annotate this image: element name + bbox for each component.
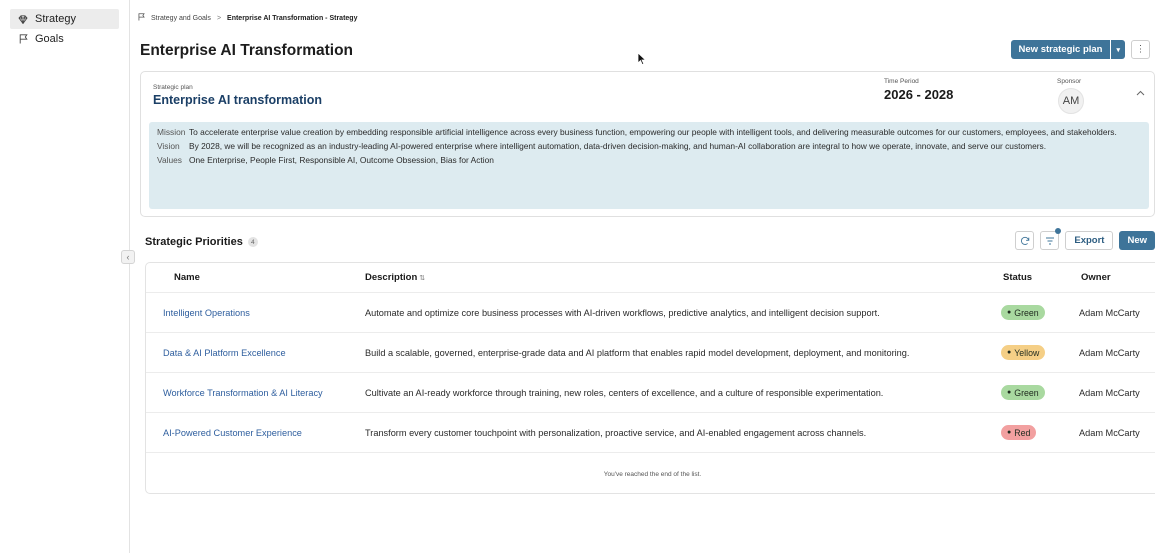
new-priority-button[interactable]: New (1119, 231, 1155, 250)
end-of-list-message: You've reached the end of the list. (603, 471, 702, 478)
chevron-up-icon[interactable] (1136, 88, 1145, 99)
strategic-plan-card: Strategic plan Enterprise AI transformat… (140, 71, 1155, 217)
time-period-label: Time Period (884, 78, 919, 85)
count-badge: 4 (247, 237, 258, 247)
priority-owner: Adam McCarty (1079, 427, 1140, 438)
export-button[interactable]: Export (1065, 231, 1114, 250)
sort-icon[interactable]: ⇅ (419, 275, 425, 282)
sidebar-item-strategy[interactable]: Strategy (10, 9, 119, 29)
sponsor-label: Sponsor (1057, 78, 1082, 85)
status-text: Red (1014, 427, 1031, 438)
sidebar-collapse-button[interactable]: ‹ (121, 250, 135, 264)
status-badge: ● Yellow (1001, 345, 1046, 360)
column-header-label: Description (365, 272, 418, 283)
priority-name-link[interactable]: Data & AI Platform Excellence (163, 348, 286, 358)
section-title-text: Strategic Priorities (145, 236, 243, 248)
plan-name: Enterprise AI transformation (153, 93, 323, 107)
status-badge: ● Green (1001, 385, 1045, 400)
priorities-table: Name Description ⇅ Status Owner Intellige… (145, 262, 1155, 494)
table-row[interactable]: Intelligent Operations Automate and opti… (146, 293, 1155, 333)
flag-icon (16, 34, 30, 44)
gem-icon (16, 14, 30, 24)
table-header: Name Description ⇅ Status Owner (146, 263, 1155, 293)
mission-row: Mission To accelerate enterprise value c… (157, 127, 1141, 138)
values-row: Values One Enterprise, People First, Res… (157, 155, 1141, 166)
table-row[interactable]: AI-Powered Customer Experience Transform… (146, 413, 1155, 453)
sidebar-item-label: Strategy (35, 13, 76, 25)
breadcrumb: Strategy and Goals > Enterprise AI Trans… (138, 13, 357, 23)
priority-description: Build a scalable, governed, enterprise-g… (365, 347, 910, 358)
mission-text: To accelerate enterprise value creation … (189, 127, 1117, 137)
priority-description: Cultivate an AI-ready workforce through … (365, 387, 884, 398)
priority-name-link[interactable]: Intelligent Operations (163, 308, 250, 318)
priorities-actions: Export New (1015, 228, 1155, 250)
strategic-priorities-title: Strategic Priorities 4 (145, 236, 258, 248)
column-header-name[interactable]: Name (146, 272, 365, 283)
mission-vision-values: Mission To accelerate enterprise value c… (149, 122, 1149, 209)
status-badge: ● Green (1001, 305, 1045, 320)
page-title: Enterprise AI Transformation (140, 42, 354, 59)
values-text: One Enterprise, People First, Responsibl… (189, 155, 494, 165)
app-root: Strategy Goals ‹ Strategy and Goals > En… (0, 0, 1155, 553)
breadcrumb-link-strategy-goals[interactable]: Strategy and Goals (151, 15, 211, 22)
new-plan-split-button: New strategic plan ▾ (1010, 40, 1125, 59)
vision-row: Vision By 2028, we will be recognized as… (157, 141, 1141, 152)
mouse-cursor-icon (637, 52, 647, 71)
priority-description: Automate and optimize core business proc… (365, 307, 880, 318)
values-label: Values (157, 155, 182, 165)
column-header-owner[interactable]: Owner (1079, 272, 1155, 283)
status-text: Green (1014, 307, 1039, 318)
column-header-description[interactable]: Description ⇅ (365, 272, 1001, 283)
plan-label: Strategic plan (153, 84, 193, 91)
status-badge: ● Red (1001, 425, 1037, 440)
table-row[interactable]: Workforce Transformation & AI Literacy C… (146, 373, 1155, 413)
sidebar-item-label: Goals (35, 33, 64, 45)
priority-owner: Adam McCarty (1079, 347, 1140, 358)
avatar[interactable]: AM (1058, 88, 1084, 114)
priority-owner: Adam McCarty (1079, 307, 1140, 318)
flag-icon (138, 13, 145, 23)
status-text: Yellow (1014, 347, 1040, 358)
priority-name-link[interactable]: AI-Powered Customer Experience (163, 428, 302, 438)
chevron-down-icon[interactable]: ▾ (1111, 40, 1125, 59)
sidebar-item-goals[interactable]: Goals (10, 29, 119, 49)
priority-name-link[interactable]: Workforce Transformation & AI Literacy (163, 388, 323, 398)
priority-description: Transform every customer touchpoint with… (365, 427, 867, 438)
header-actions: New strategic plan ▾ ⋮ (1010, 40, 1150, 59)
new-strategic-plan-button[interactable]: New strategic plan (1010, 40, 1111, 59)
mission-label: Mission (157, 127, 186, 137)
breadcrumb-separator: > (216, 14, 222, 22)
column-header-status[interactable]: Status (1001, 272, 1079, 283)
sidebar: Strategy Goals (0, 0, 130, 553)
refresh-icon[interactable] (1015, 231, 1035, 250)
vision-text: By 2028, we will be recognized as an ind… (189, 141, 1047, 151)
status-text: Green (1014, 387, 1039, 398)
priority-owner: Adam McCarty (1079, 387, 1140, 398)
notification-dot (1055, 228, 1062, 234)
filter-button-wrapper (1040, 228, 1062, 250)
vision-label: Vision (157, 141, 180, 151)
more-options-icon[interactable]: ⋮ (1131, 40, 1150, 59)
breadcrumb-current: Enterprise AI Transformation - Strategy (227, 14, 358, 22)
table-row[interactable]: Data & AI Platform Excellence Build a sc… (146, 333, 1155, 373)
time-period-value: 2026 - 2028 (884, 87, 954, 102)
